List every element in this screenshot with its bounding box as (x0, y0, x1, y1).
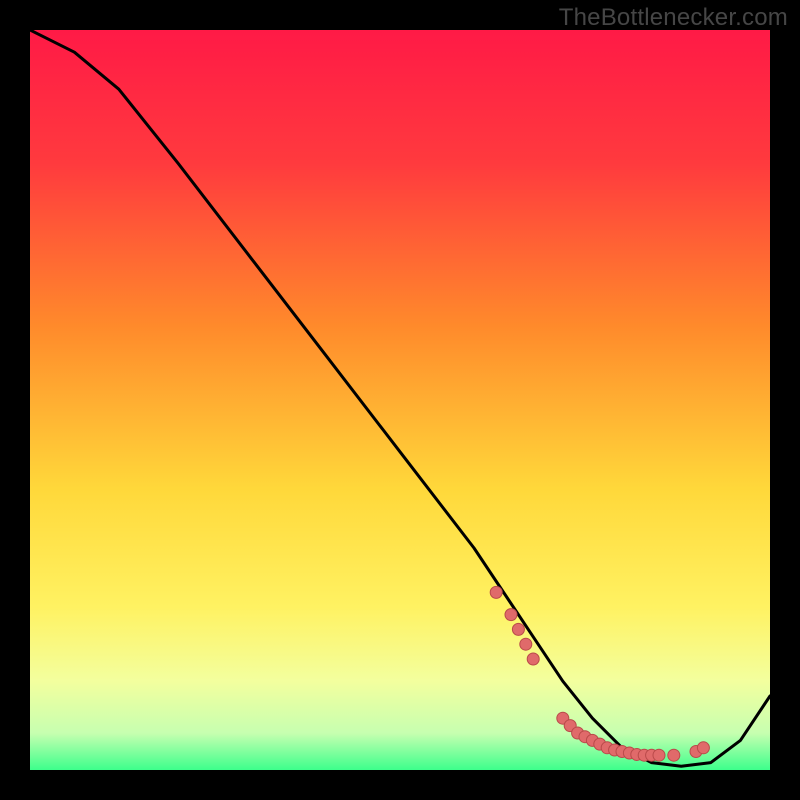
data-marker (490, 586, 502, 598)
plot-area (30, 30, 770, 770)
data-marker (512, 623, 524, 635)
plot-svg (30, 30, 770, 770)
data-marker (653, 749, 665, 761)
watermark-text: TheBottlenecker.com (559, 4, 788, 32)
gradient-bg (30, 30, 770, 770)
data-marker (520, 638, 532, 650)
data-marker (697, 742, 709, 754)
data-marker (527, 653, 539, 665)
data-marker (505, 609, 517, 621)
chart-frame: TheBottlenecker.com (0, 0, 800, 800)
data-marker (668, 749, 680, 761)
